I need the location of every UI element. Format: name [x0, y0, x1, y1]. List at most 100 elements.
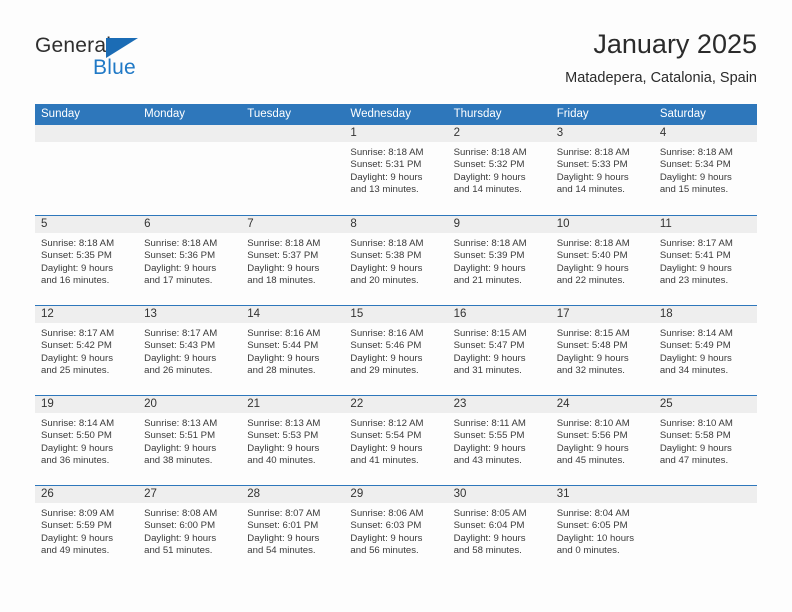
sunrise-text: Sunrise: 8:14 AM — [659, 328, 733, 339]
day-cell[interactable]: 30 Sunrise: 8:05 AM Sunset: 6:04 PM Dayligh… — [447, 486, 551, 575]
daylight-text-line2: and 41 minutes. — [350, 455, 419, 467]
week-row: 19 Sunrise: 8:14 AM Sunset: 5:50 PM Dayligh… — [35, 395, 757, 485]
day-cell[interactable]: 15 Sunrise: 8:16 AM Sunset: 5:46 PM Dayligh… — [344, 306, 448, 395]
day-sun-info: Sunrise: 8:18 AM Sunset: 5:35 PM Daylight:… — [35, 233, 138, 288]
daylight-text-line1: Daylight: 9 hours — [247, 532, 320, 544]
daylight-text-line1: Daylight: 9 hours — [247, 442, 320, 454]
sunset-text: Sunset: 5:48 PM — [556, 340, 628, 352]
day-cell[interactable]: 7 Sunrise: 8:18 AM Sunset: 5:37 PM Daylight… — [241, 216, 345, 305]
sunrise-text: Sunrise: 8:15 AM — [453, 328, 527, 339]
daylight-text-line1: Daylight: 9 hours — [556, 171, 629, 183]
daylight-text-line2: and 26 minutes. — [144, 365, 213, 377]
day-number: 7 — [241, 216, 345, 233]
week-row: 1 Sunrise: 8:18 AM Sunset: 5:31 PM Daylight… — [35, 125, 757, 215]
day-cell[interactable]: 27 Sunrise: 8:08 AM Sunset: 6:00 PM Dayligh… — [138, 486, 242, 575]
sunset-text: Sunset: 5:32 PM — [453, 159, 525, 171]
daylight-text-line2: and 21 minutes. — [453, 275, 522, 287]
sunset-text: Sunset: 5:47 PM — [453, 340, 525, 352]
day-sun-info: Sunrise: 8:18 AM Sunset: 5:37 PM Daylight:… — [241, 233, 344, 288]
day-cell[interactable]: 23 Sunrise: 8:11 AM Sunset: 5:55 PM Dayligh… — [447, 396, 551, 485]
day-number: 22 — [344, 396, 448, 413]
day-cell[interactable]: 22 Sunrise: 8:12 AM Sunset: 5:54 PM Dayligh… — [344, 396, 448, 485]
weekday-header-row: Sunday Monday Tuesday Wednesday Thursday… — [35, 104, 757, 125]
daylight-text-line1: Daylight: 9 hours — [350, 532, 423, 544]
sunrise-text: Sunrise: 8:05 AM — [453, 508, 527, 519]
day-cell[interactable]: 21 Sunrise: 8:13 AM Sunset: 5:53 PM Dayligh… — [241, 396, 345, 485]
sunset-text: Sunset: 5:58 PM — [659, 430, 731, 442]
day-cell[interactable]: 12 Sunrise: 8:17 AM Sunset: 5:42 PM Dayligh… — [35, 306, 139, 395]
sunrise-text: Sunrise: 8:07 AM — [247, 508, 321, 519]
day-number: 13 — [138, 306, 242, 323]
day-number — [241, 125, 345, 142]
daylight-text-line1: Daylight: 9 hours — [144, 442, 217, 454]
day-sun-info: Sunrise: 8:12 AM Sunset: 5:54 PM Daylight:… — [344, 413, 447, 468]
day-number: 2 — [447, 125, 551, 142]
day-cell-empty — [138, 125, 242, 215]
daylight-text-line2: and 31 minutes. — [453, 365, 522, 377]
sunrise-text: Sunrise: 8:10 AM — [556, 418, 630, 429]
day-sun-info: Sunrise: 8:18 AM Sunset: 5:32 PM Daylight:… — [448, 142, 551, 197]
daylight-text-line2: and 28 minutes. — [247, 365, 316, 377]
day-cell[interactable]: 11 Sunrise: 8:17 AM Sunset: 5:41 PM Dayligh… — [653, 216, 757, 305]
day-cell[interactable]: 14 Sunrise: 8:16 AM Sunset: 5:44 PM Dayligh… — [241, 306, 345, 395]
daylight-text-line2: and 23 minutes. — [659, 275, 729, 287]
day-cell[interactable]: 2 Sunrise: 8:18 AM Sunset: 5:32 PM Daylight… — [447, 125, 551, 215]
daylight-text-line1: Daylight: 9 hours — [350, 262, 423, 274]
sunset-text: Sunset: 5:50 PM — [41, 430, 112, 442]
week-row: 26 Sunrise: 8:09 AM Sunset: 5:59 PM Dayligh… — [35, 485, 757, 575]
day-cell[interactable]: 17 Sunrise: 8:15 AM Sunset: 5:48 PM Dayligh… — [550, 306, 654, 395]
day-cell[interactable]: 6 Sunrise: 8:18 AM Sunset: 5:36 PM Daylight… — [138, 216, 242, 305]
daylight-text-line2: and 15 minutes. — [659, 184, 729, 196]
day-cell[interactable]: 5 Sunrise: 8:18 AM Sunset: 5:35 PM Daylight… — [35, 216, 139, 305]
daylight-text-line1: Daylight: 9 hours — [350, 171, 423, 183]
sunrise-text: Sunrise: 8:11 AM — [453, 418, 526, 429]
daylight-text-line2: and 0 minutes. — [556, 545, 620, 557]
daylight-text-line2: and 18 minutes. — [247, 275, 316, 287]
day-cell[interactable]: 13 Sunrise: 8:17 AM Sunset: 5:43 PM Dayligh… — [138, 306, 242, 395]
day-cell[interactable]: 18 Sunrise: 8:14 AM Sunset: 5:49 PM Dayligh… — [653, 306, 757, 395]
sunrise-text: Sunrise: 8:17 AM — [41, 328, 115, 339]
day-cell[interactable]: 28 Sunrise: 8:07 AM Sunset: 6:01 PM Dayligh… — [241, 486, 345, 575]
day-number: 27 — [138, 486, 242, 503]
daylight-text-line1: Daylight: 9 hours — [247, 262, 320, 274]
day-cell[interactable]: 19 Sunrise: 8:14 AM Sunset: 5:50 PM Dayligh… — [35, 396, 139, 485]
day-cell[interactable]: 4 Sunrise: 8:18 AM Sunset: 5:34 PM Daylight… — [653, 125, 757, 215]
sunset-text: Sunset: 6:05 PM — [556, 520, 628, 532]
day-cell[interactable]: 25 Sunrise: 8:10 AM Sunset: 5:58 PM Dayligh… — [653, 396, 757, 485]
daylight-text-line2: and 58 minutes. — [453, 545, 522, 557]
day-number: 11 — [653, 216, 757, 233]
sunrise-text: Sunrise: 8:06 AM — [350, 508, 424, 519]
daylight-text-line2: and 45 minutes. — [556, 455, 625, 467]
sunset-text: Sunset: 5:35 PM — [41, 250, 112, 262]
day-cell[interactable]: 10 Sunrise: 8:18 AM Sunset: 5:40 PM Dayligh… — [550, 216, 654, 305]
day-number — [653, 486, 757, 503]
week-row: 12 Sunrise: 8:17 AM Sunset: 5:42 PM Dayligh… — [35, 305, 757, 395]
day-cell[interactable]: 8 Sunrise: 8:18 AM Sunset: 5:38 PM Daylight… — [344, 216, 448, 305]
day-cell[interactable]: 1 Sunrise: 8:18 AM Sunset: 5:31 PM Daylight… — [344, 125, 448, 215]
general-blue-logo[interactable]: General Blue — [35, 34, 235, 90]
daylight-text-line1: Daylight: 9 hours — [556, 262, 629, 274]
day-number: 25 — [653, 396, 757, 413]
day-cell[interactable]: 20 Sunrise: 8:13 AM Sunset: 5:51 PM Dayligh… — [138, 396, 242, 485]
day-cell[interactable]: 31 Sunrise: 8:04 AM Sunset: 6:05 PM Dayligh… — [550, 486, 654, 575]
sunset-text: Sunset: 5:40 PM — [556, 250, 628, 262]
day-cell[interactable]: 3 Sunrise: 8:18 AM Sunset: 5:33 PM Daylight… — [550, 125, 654, 215]
day-cell[interactable]: 26 Sunrise: 8:09 AM Sunset: 5:59 PM Dayligh… — [35, 486, 139, 575]
day-cell[interactable]: 9 Sunrise: 8:18 AM Sunset: 5:39 PM Daylight… — [447, 216, 551, 305]
day-number: 15 — [344, 306, 448, 323]
day-cell[interactable]: 29 Sunrise: 8:06 AM Sunset: 6:03 PM Dayligh… — [344, 486, 448, 575]
day-cell[interactable]: 16 Sunrise: 8:15 AM Sunset: 5:47 PM Dayligh… — [447, 306, 551, 395]
sunset-text: Sunset: 5:55 PM — [453, 430, 525, 442]
daylight-text-line2: and 22 minutes. — [556, 275, 625, 287]
daylight-text-line1: Daylight: 10 hours — [556, 532, 635, 544]
day-cell[interactable]: 24 Sunrise: 8:10 AM Sunset: 5:56 PM Dayligh… — [550, 396, 654, 485]
sunset-text: Sunset: 5:36 PM — [144, 250, 216, 262]
daylight-text-line2: and 40 minutes. — [247, 455, 316, 467]
day-sun-info: Sunrise: 8:18 AM Sunset: 5:34 PM Daylight:… — [654, 142, 757, 197]
sunrise-text: Sunrise: 8:18 AM — [556, 238, 630, 249]
daylight-text-line2: and 32 minutes. — [556, 365, 625, 377]
day-number: 16 — [447, 306, 551, 323]
sunset-text: Sunset: 6:01 PM — [247, 520, 319, 532]
daylight-text-line1: Daylight: 9 hours — [659, 262, 732, 274]
daylight-text-line2: and 20 minutes. — [350, 275, 419, 287]
